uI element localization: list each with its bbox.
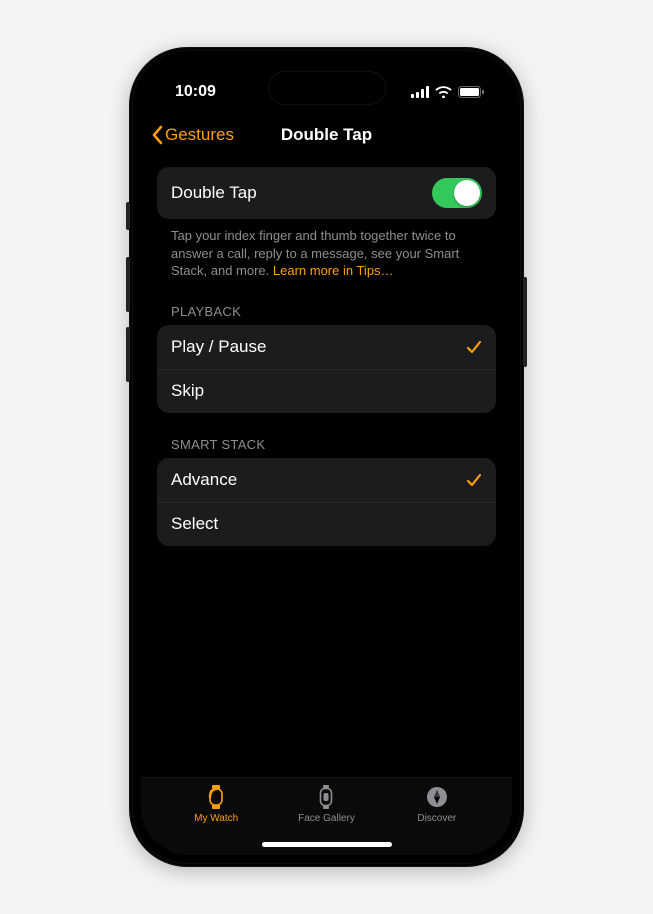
phone-frame: 10:09 Gestures Double Tap	[129, 47, 524, 867]
row-label: Advance	[171, 470, 237, 490]
tab-face-gallery[interactable]: Face Gallery	[271, 784, 381, 824]
wifi-icon	[435, 86, 452, 98]
playback-play-pause-row[interactable]: Play / Pause	[157, 325, 496, 369]
face-gallery-icon	[314, 784, 338, 810]
section-header-smartstack: SMART STACK	[157, 413, 496, 458]
content: Double Tap Tap your index finger and thu…	[141, 157, 512, 777]
description-text: Tap your index finger and thumb together…	[157, 219, 496, 280]
home-indicator[interactable]	[262, 842, 392, 847]
playback-skip-row[interactable]: Skip	[157, 369, 496, 413]
row-label: Select	[171, 514, 218, 534]
tab-my-watch[interactable]: My Watch	[161, 784, 271, 824]
status-right	[411, 86, 484, 98]
side-button	[126, 257, 130, 312]
battery-icon	[458, 86, 484, 98]
checkmark-icon	[466, 339, 482, 355]
double-tap-row[interactable]: Double Tap	[157, 167, 496, 219]
tab-label: Face Gallery	[298, 813, 355, 824]
playback-group: Play / Pause Skip	[157, 325, 496, 413]
smartstack-select-row[interactable]: Select	[157, 502, 496, 546]
cellular-icon	[411, 86, 429, 98]
tab-label: Discover	[417, 813, 456, 824]
section-header-playback: PLAYBACK	[157, 280, 496, 325]
checkmark-icon	[466, 472, 482, 488]
dynamic-island	[268, 71, 386, 105]
chevron-left-icon	[151, 125, 163, 145]
back-button[interactable]: Gestures	[151, 113, 234, 157]
smartstack-group: Advance Select	[157, 458, 496, 546]
side-button	[126, 327, 130, 382]
smartstack-advance-row[interactable]: Advance	[157, 458, 496, 502]
row-label: Skip	[171, 381, 204, 401]
compass-icon	[425, 784, 449, 810]
learn-more-link[interactable]: Learn more in Tips…	[273, 263, 394, 278]
side-button	[126, 202, 130, 230]
nav-bar: Gestures Double Tap	[141, 113, 512, 157]
status-time: 10:09	[175, 83, 216, 101]
toggle-knob	[454, 180, 480, 206]
back-label: Gestures	[165, 125, 234, 145]
page-title: Double Tap	[281, 125, 372, 145]
watch-icon	[204, 784, 228, 810]
row-label: Play / Pause	[171, 337, 266, 357]
screen: 10:09 Gestures Double Tap	[141, 59, 512, 855]
double-tap-label: Double Tap	[171, 183, 257, 203]
main-switch-group: Double Tap	[157, 167, 496, 219]
tab-discover[interactable]: Discover	[382, 784, 492, 824]
side-button	[523, 277, 527, 367]
double-tap-toggle[interactable]	[432, 178, 482, 208]
tab-label: My Watch	[194, 813, 238, 824]
